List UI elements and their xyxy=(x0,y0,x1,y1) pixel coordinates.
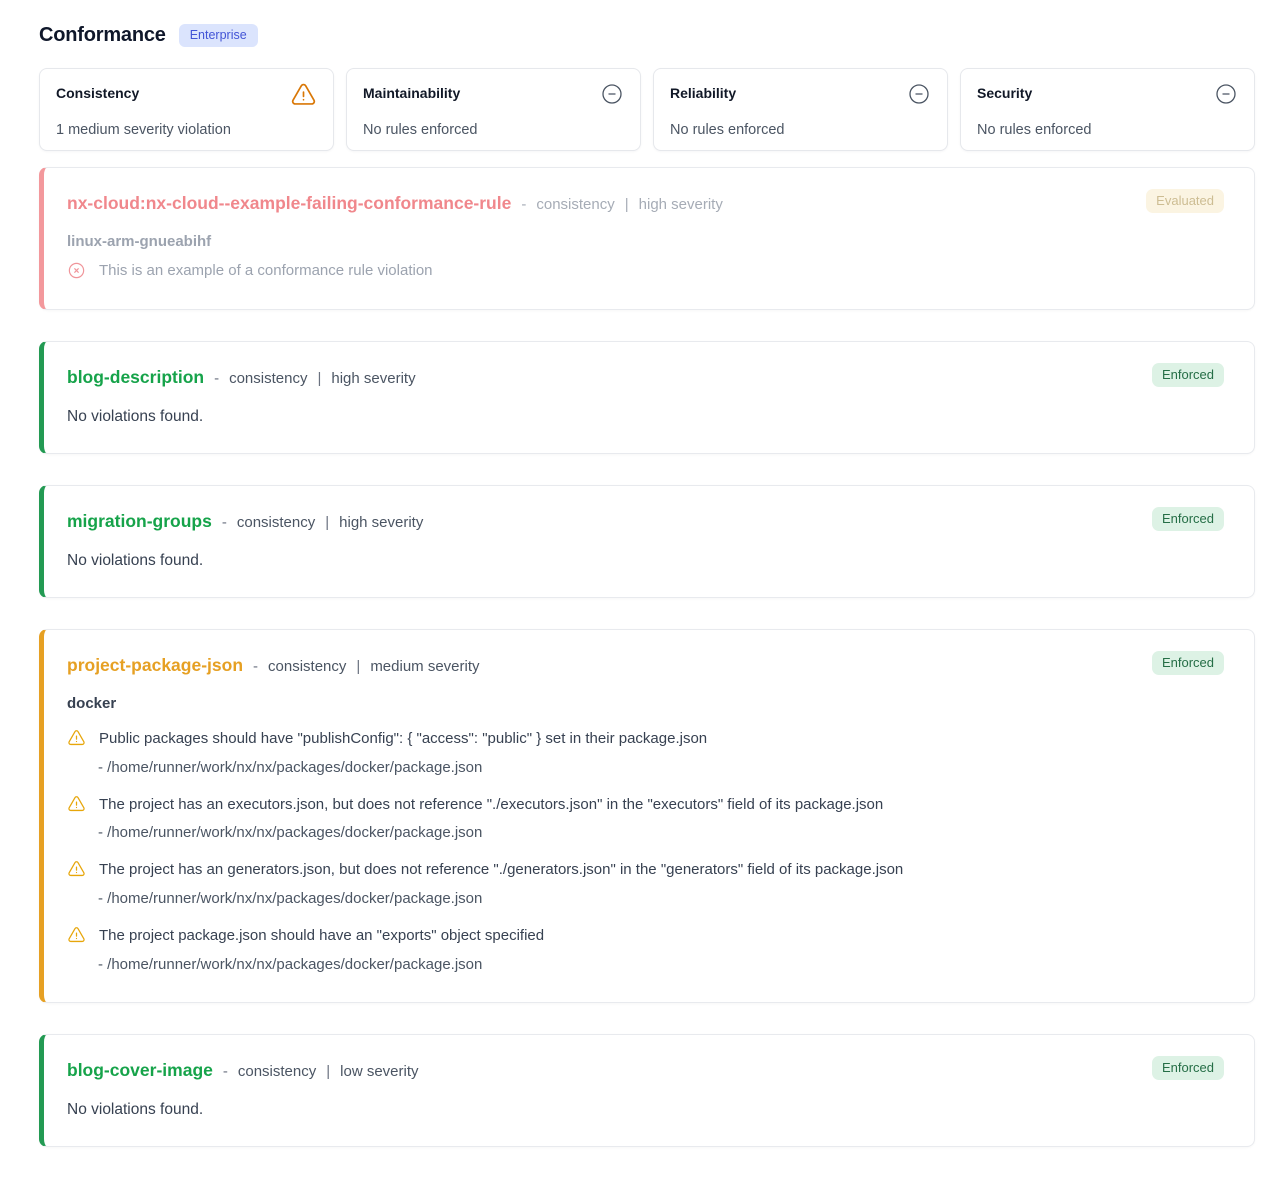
violation-message: This is an example of a conformance rule… xyxy=(99,260,433,282)
x-circle-icon xyxy=(67,261,86,280)
meta-dash: - xyxy=(521,196,526,213)
violation-location: - /home/runner/work/nx/nx/packages/docke… xyxy=(98,822,1224,843)
rule-card-blog-description: blog-description - consistency | high se… xyxy=(39,341,1255,454)
minus-circle-icon xyxy=(600,82,624,106)
rule-card-blog-cover-image: blog-cover-image - consistency | low sev… xyxy=(39,1034,1255,1147)
meta-pipe: | xyxy=(625,196,629,213)
rule-category: consistency xyxy=(536,196,614,213)
warning-triangle-icon xyxy=(67,729,86,748)
no-violations-text: No violations found. xyxy=(67,1101,1224,1119)
violation-message: Public packages should have "publishConf… xyxy=(99,728,707,750)
category-name: Security xyxy=(977,82,1032,101)
category-name: Reliability xyxy=(670,82,736,101)
meta-pipe: | xyxy=(325,514,329,531)
category-card-consistency[interactable]: Consistency 1 medium severity violation xyxy=(39,68,334,151)
violation-message: The project package.json should have an … xyxy=(99,925,544,947)
meta-pipe: | xyxy=(326,1063,330,1080)
rule-category: consistency xyxy=(229,370,307,387)
category-status: No rules enforced xyxy=(363,122,624,138)
category-name: Consistency xyxy=(56,82,139,101)
category-name: Maintainability xyxy=(363,82,460,101)
category-card-maintainability[interactable]: Maintainability No rules enforced xyxy=(346,68,641,151)
enterprise-badge: Enterprise xyxy=(179,24,258,47)
violation-location: - /home/runner/work/nx/nx/packages/docke… xyxy=(98,888,1224,909)
violation-location: - /home/runner/work/nx/nx/packages/docke… xyxy=(98,954,1224,975)
conformance-page: Conformance Enterprise Consistency 1 med… xyxy=(0,0,1287,1147)
rule-category: consistency xyxy=(237,514,315,531)
no-violations-text: No violations found. xyxy=(67,552,1224,570)
no-violations-text: No violations found. xyxy=(67,408,1224,426)
enforced-badge: Enforced xyxy=(1152,363,1224,387)
rule-card-example-failing: nx-cloud:nx-cloud--example-failing-confo… xyxy=(39,167,1255,310)
project-name: linux-arm-gnueabihf xyxy=(67,233,1224,250)
project-name: docker xyxy=(67,695,1224,712)
page-title: Conformance xyxy=(39,24,166,47)
page-header: Conformance Enterprise xyxy=(39,24,1255,47)
warning-triangle-icon xyxy=(67,926,86,945)
meta-dash: - xyxy=(223,1063,228,1080)
enforced-badge: Enforced xyxy=(1152,651,1224,675)
category-card-reliability[interactable]: Reliability No rules enforced xyxy=(653,68,948,151)
rule-card-migration-groups: migration-groups - consistency | high se… xyxy=(39,485,1255,598)
rule-list: nx-cloud:nx-cloud--example-failing-confo… xyxy=(39,167,1255,1147)
category-card-security[interactable]: Security No rules enforced xyxy=(960,68,1255,151)
meta-dash: - xyxy=(253,658,258,675)
warning-triangle-icon xyxy=(67,860,86,879)
category-summary-grid: Consistency 1 medium severity violation … xyxy=(39,68,1255,151)
category-status: No rules enforced xyxy=(977,122,1238,138)
enforced-badge: Enforced xyxy=(1152,507,1224,531)
meta-pipe: | xyxy=(317,370,321,387)
rule-title-link[interactable]: blog-cover-image xyxy=(67,1060,213,1081)
category-status: 1 medium severity violation xyxy=(56,122,317,138)
warning-triangle-icon xyxy=(67,795,86,814)
rule-title-link[interactable]: nx-cloud:nx-cloud--example-failing-confo… xyxy=(67,193,511,214)
rule-category: consistency xyxy=(238,1063,316,1080)
rule-title-link[interactable]: migration-groups xyxy=(67,511,212,532)
enforced-badge: Enforced xyxy=(1152,1056,1224,1080)
meta-dash: - xyxy=(214,370,219,387)
rule-severity: high severity xyxy=(339,514,423,531)
violation-message: The project has an generators.json, but … xyxy=(99,859,903,881)
rule-card-project-package-json: project-package-json - consistency | med… xyxy=(39,629,1255,1003)
meta-pipe: | xyxy=(356,658,360,675)
evaluated-badge: Evaluated xyxy=(1146,189,1224,213)
rule-severity: high severity xyxy=(639,196,723,213)
rule-title-link[interactable]: project-package-json xyxy=(67,655,243,676)
violation-message: The project has an executors.json, but d… xyxy=(99,794,883,816)
category-status: No rules enforced xyxy=(670,122,931,138)
warning-triangle-icon xyxy=(290,82,317,109)
rule-severity: medium severity xyxy=(370,658,479,675)
rule-severity: high severity xyxy=(331,370,415,387)
minus-circle-icon xyxy=(907,82,931,106)
rule-category: consistency xyxy=(268,658,346,675)
minus-circle-icon xyxy=(1214,82,1238,106)
rule-severity: low severity xyxy=(340,1063,418,1080)
meta-dash: - xyxy=(222,514,227,531)
rule-title-link[interactable]: blog-description xyxy=(67,367,204,388)
violation-location: - /home/runner/work/nx/nx/packages/docke… xyxy=(98,757,1224,778)
